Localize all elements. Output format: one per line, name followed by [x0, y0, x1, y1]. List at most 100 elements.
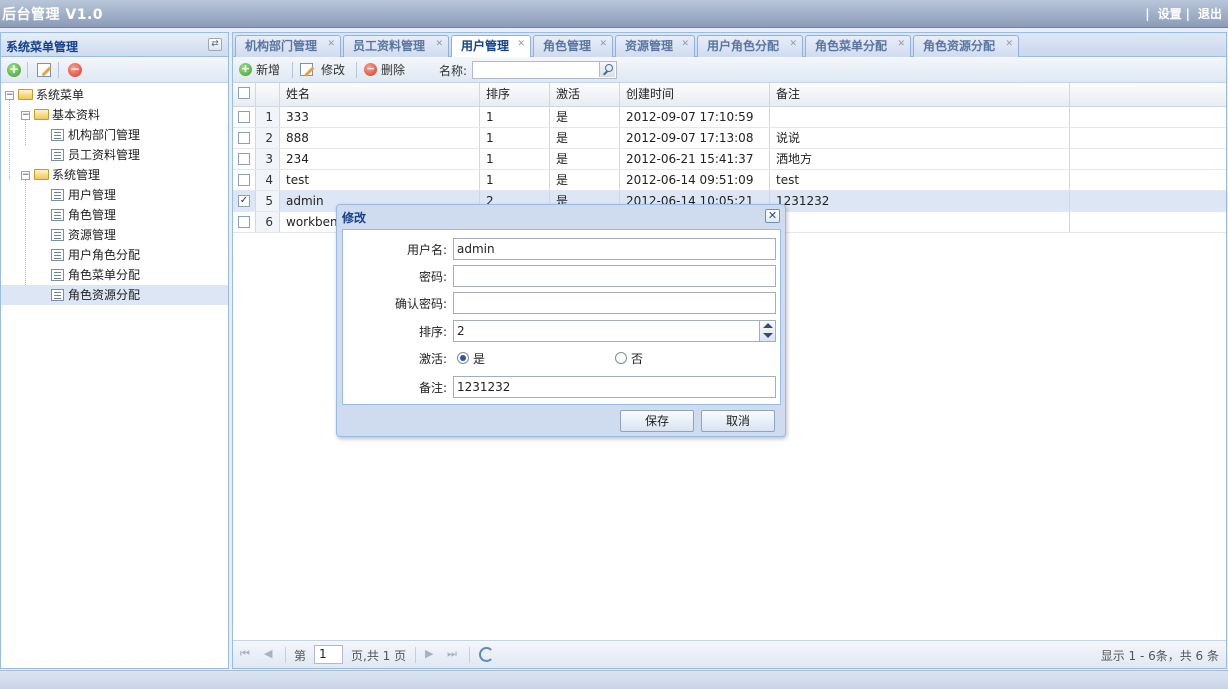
- pager-divider: [285, 647, 286, 663]
- cell-created: 2012-09-07 17:13:08: [620, 128, 770, 148]
- tree-node-system[interactable]: − 系统管理: [1, 165, 228, 185]
- menu-tree: − 系统菜单 − 基本资料 机构部门管理 员工资料管理 − 系统管理 用户管理: [1, 85, 228, 305]
- tab-label: 机构部门管理: [245, 39, 318, 53]
- search-icon[interactable]: [599, 62, 615, 77]
- tree-item-users[interactable]: 用户管理: [1, 185, 228, 205]
- select-all-checkbox[interactable]: [238, 87, 250, 99]
- tree-item-user-roles[interactable]: 用户角色分配: [1, 245, 228, 265]
- add-icon: +: [239, 62, 252, 76]
- cell-remark: [770, 212, 1070, 232]
- delete-icon[interactable]: −: [68, 63, 82, 77]
- table-row[interactable]: 3 234 1 是 2012-06-21 15:41:37 洒地方: [233, 149, 1226, 170]
- logout-link[interactable]: 退出: [1198, 7, 1222, 21]
- tree-item-roles[interactable]: 角色管理: [1, 205, 228, 225]
- cell-active: 是: [550, 128, 620, 148]
- cancel-button[interactable]: 取消: [701, 410, 775, 432]
- tab-staff[interactable]: 员工资料管理 ✕: [343, 35, 449, 57]
- grid-toolbar: + 新增 修改 − 删除 名称:: [233, 57, 1226, 83]
- cell-name: test: [280, 170, 480, 190]
- checkbox-cell: [233, 212, 256, 232]
- tab-resources[interactable]: 资源管理 ✕: [615, 35, 695, 57]
- column-header-name[interactable]: 姓名: [280, 83, 480, 106]
- tree-item-role-menus[interactable]: 角色菜单分配: [1, 265, 228, 285]
- active-no-radio[interactable]: [615, 352, 627, 364]
- row-number: 2: [256, 128, 280, 148]
- cell-name: 888: [280, 128, 480, 148]
- row-checkbox[interactable]: [238, 216, 250, 228]
- tab-roles[interactable]: 角色管理 ✕: [533, 35, 613, 57]
- add-icon[interactable]: +: [7, 63, 21, 77]
- sidebar-header: 系统菜单管理 ⇄: [1, 33, 228, 57]
- column-header-created[interactable]: 创建时间: [620, 83, 770, 106]
- edit-button[interactable]: 修改: [300, 62, 356, 78]
- collapse-icon[interactable]: ⇄: [208, 38, 222, 51]
- page-prefix: 第: [294, 649, 307, 663]
- close-tab-icon[interactable]: ✕: [789, 40, 797, 49]
- row-checkbox[interactable]: [238, 111, 250, 123]
- close-tab-icon[interactable]: ✕: [681, 40, 689, 49]
- table-row[interactable]: 1 333 1 是 2012-09-07 17:10:59: [233, 107, 1226, 128]
- close-tab-icon[interactable]: ✕: [435, 40, 443, 49]
- tree-item-resources[interactable]: 资源管理: [1, 225, 228, 245]
- row-checkbox[interactable]: [238, 132, 250, 144]
- close-icon[interactable]: ✕: [765, 209, 780, 223]
- tab-role-menus[interactable]: 角色菜单分配 ✕: [805, 35, 911, 57]
- order-stepper[interactable]: 2: [453, 320, 776, 342]
- collapse-toggle-icon[interactable]: −: [21, 171, 30, 180]
- tab-user-roles[interactable]: 用户角色分配 ✕: [697, 35, 803, 57]
- refresh-icon[interactable]: [479, 647, 494, 662]
- tab-org[interactable]: 机构部门管理 ✕: [235, 35, 341, 57]
- tab-role-resources[interactable]: 角色资源分配 ✕: [913, 35, 1019, 57]
- remark-field[interactable]: 1231232: [453, 376, 776, 398]
- tree-node-root[interactable]: − 系统菜单: [1, 85, 228, 105]
- collapse-toggle-icon[interactable]: −: [5, 91, 14, 100]
- tree-item-label: 角色菜单分配: [68, 268, 141, 282]
- add-button[interactable]: + 新增: [239, 62, 291, 78]
- tree-node-basic[interactable]: − 基本资料: [1, 105, 228, 125]
- tree-item-staff[interactable]: 员工资料管理: [1, 145, 228, 165]
- pagination-bar: ⏮ ◀ 第 1 页,共 1 页 ▶ ⏭ 显示 1 - 6条，共 6 条: [233, 640, 1226, 668]
- close-tab-icon[interactable]: ✕: [517, 40, 525, 49]
- column-header-order[interactable]: 排序: [480, 83, 550, 106]
- close-tab-icon[interactable]: ✕: [599, 40, 607, 49]
- delete-button[interactable]: − 删除: [364, 62, 414, 78]
- collapse-toggle-icon[interactable]: −: [21, 111, 30, 120]
- toolbar-divider: [356, 62, 357, 78]
- next-page-icon[interactable]: ▶: [425, 648, 437, 660]
- column-header-active[interactable]: 激活: [550, 83, 620, 106]
- page-icon: [51, 289, 64, 301]
- cell-created: 2012-06-14 09:51:09: [620, 170, 770, 190]
- tree-item-label: 用户管理: [68, 188, 117, 202]
- tab-users[interactable]: 用户管理 ✕: [451, 35, 531, 58]
- first-page-icon[interactable]: ⏮: [240, 648, 252, 660]
- close-tab-icon[interactable]: ✕: [1005, 40, 1013, 49]
- last-page-icon[interactable]: ⏭: [447, 648, 459, 660]
- search-label: 名称:: [439, 64, 468, 78]
- password-field[interactable]: [453, 265, 776, 287]
- username-field[interactable]: admin: [453, 238, 776, 260]
- tree-item-org[interactable]: 机构部门管理: [1, 125, 228, 145]
- search-input[interactable]: [472, 61, 617, 79]
- active-yes-radio[interactable]: [457, 352, 469, 364]
- page-icon: [51, 269, 64, 281]
- settings-link[interactable]: 设置: [1158, 7, 1182, 21]
- tab-label: 用户角色分配: [707, 39, 780, 53]
- row-checkbox[interactable]: [238, 174, 250, 186]
- column-header-remark[interactable]: 备注: [770, 83, 1070, 106]
- tree-item-role-resources[interactable]: 角色资源分配: [1, 285, 228, 305]
- close-tab-icon[interactable]: ✕: [327, 40, 335, 49]
- table-row[interactable]: 2 888 1 是 2012-09-07 17:13:08 说说: [233, 128, 1226, 149]
- table-row[interactable]: 4 test 1 是 2012-06-14 09:51:09 test: [233, 170, 1226, 191]
- dialog-form: 用户名: admin 密码: 确认密码: 排序: 2 激活: 是 否 备注: 1…: [342, 229, 781, 405]
- row-checkbox-checked[interactable]: ✓: [238, 195, 250, 207]
- save-button[interactable]: 保存: [620, 410, 694, 432]
- confirm-password-field[interactable]: [453, 292, 776, 314]
- page-number-input[interactable]: 1: [314, 645, 343, 664]
- close-tab-icon[interactable]: ✕: [897, 40, 905, 49]
- app-header: 后台管理 V1.0 | 设置 | 退出: [0, 0, 1228, 28]
- prev-page-icon[interactable]: ◀: [264, 648, 276, 660]
- delete-button-label: 删除: [381, 63, 406, 77]
- edit-icon[interactable]: [37, 63, 51, 77]
- row-checkbox[interactable]: [238, 153, 250, 165]
- spinner-arrows-icon[interactable]: [759, 321, 775, 341]
